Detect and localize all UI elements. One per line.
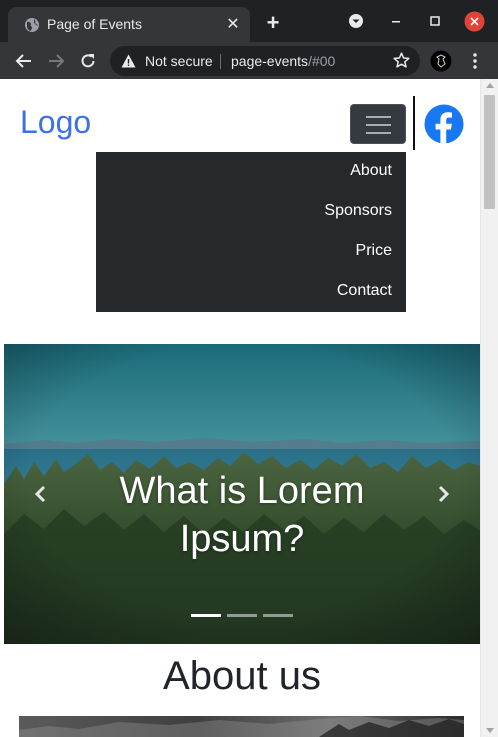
warning-icon[interactable] <box>121 54 136 68</box>
browser-toolbar: Not secure page-events/#00 <box>0 42 498 79</box>
page-scrollbar[interactable] <box>480 79 498 737</box>
browser-menu-icon[interactable] <box>465 51 485 71</box>
nav-divider <box>413 96 415 150</box>
url-text[interactable]: page-events/#00 <box>231 53 335 69</box>
carousel-indicator[interactable] <box>263 614 293 617</box>
facebook-icon[interactable] <box>424 104 464 144</box>
url-separator <box>220 54 221 69</box>
carousel-indicator[interactable] <box>227 614 257 617</box>
security-label[interactable]: Not secure <box>145 53 213 69</box>
hero-carousel: What is Lorem Ipsum? <box>4 344 480 644</box>
carousel-next-icon[interactable] <box>433 484 453 504</box>
carousel-indicator[interactable] <box>191 614 221 617</box>
close-tab-icon[interactable]: ✕ <box>224 16 242 34</box>
nav-item-contact[interactable]: Contact <box>337 282 392 300</box>
hamburger-bar <box>366 116 391 118</box>
extension-icon[interactable] <box>430 50 452 72</box>
tab-title: Page of Events <box>47 16 142 32</box>
nav-item-about[interactable]: About <box>350 162 392 180</box>
new-tab-icon[interactable]: + <box>264 12 282 34</box>
url-host: page-events <box>231 53 309 69</box>
forward-arrow-icon[interactable] <box>46 51 66 71</box>
browser-tab[interactable]: Page of Events ✕ <box>8 7 250 42</box>
nav-item-sponsors[interactable]: Sponsors <box>324 202 392 220</box>
browser-tab-strip: Page of Events ✕ + <box>0 0 498 42</box>
about-section-title: About us <box>163 654 321 698</box>
site-logo[interactable]: Logo <box>20 104 91 141</box>
back-arrow-icon[interactable] <box>14 51 34 71</box>
globe-icon <box>25 18 39 32</box>
bookmark-star-icon[interactable] <box>393 52 410 69</box>
navbar-toggle-button[interactable] <box>350 104 406 144</box>
nav-dropdown-menu: About Sponsors Price Contact <box>96 152 406 312</box>
maximize-icon[interactable] <box>426 12 444 30</box>
hamburger-bar <box>366 132 391 134</box>
address-bar[interactable]: Not secure page-events/#00 <box>110 46 420 76</box>
about-image-art <box>19 716 464 737</box>
about-section-image <box>19 716 464 737</box>
carousel-prev-icon[interactable] <box>31 484 51 504</box>
scrollbar-thumb[interactable] <box>484 95 495 209</box>
close-window-icon[interactable] <box>464 11 485 32</box>
url-path: /#00 <box>308 53 336 69</box>
nav-item-price[interactable]: Price <box>356 242 392 260</box>
reload-icon[interactable] <box>78 51 98 71</box>
tab-search-icon[interactable] <box>347 12 365 30</box>
page-viewport: Logo About Sponsors Price Contact What i… <box>4 79 480 737</box>
minimize-icon[interactable] <box>387 12 405 30</box>
hamburger-bar <box>366 124 391 126</box>
scroll-down-arrow-icon[interactable] <box>486 728 494 733</box>
carousel-caption: What is Lorem Ipsum? <box>119 470 365 560</box>
scroll-up-arrow-icon[interactable] <box>486 83 494 88</box>
